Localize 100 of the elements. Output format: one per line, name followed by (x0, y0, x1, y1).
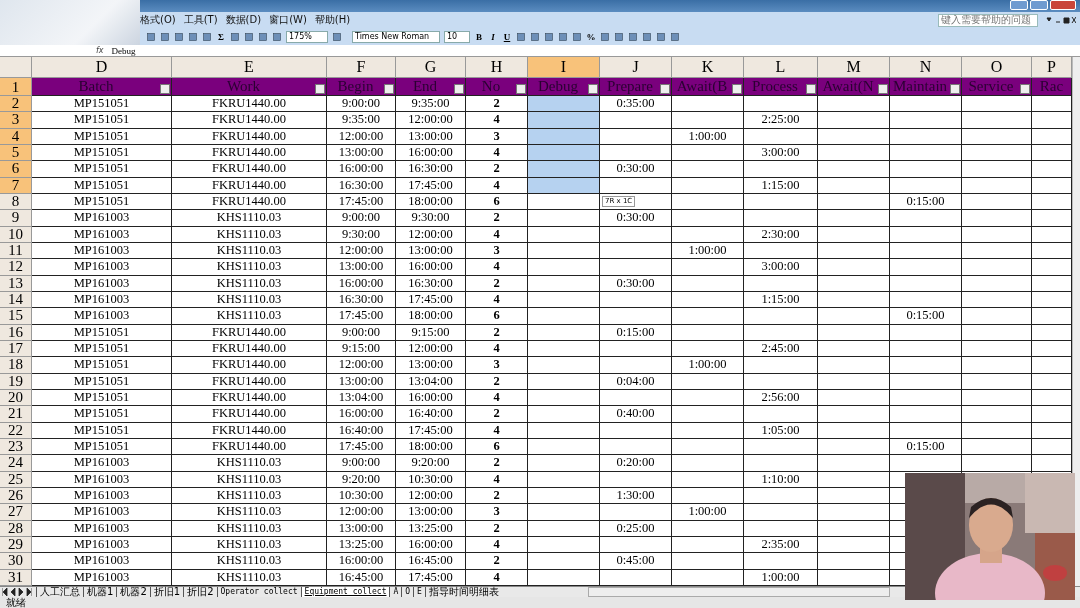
table-cell: MP151051 (32, 112, 172, 129)
menu-item[interactable]: 格式(O) (140, 13, 176, 27)
zoom-field[interactable]: 175% (286, 30, 328, 43)
table-cell: 0:15:00 (890, 438, 962, 456)
table-cell: KHS1110.03 (172, 487, 327, 505)
function-label[interactable]: fx (96, 46, 104, 55)
table-cell: 16:45:00 (396, 553, 466, 570)
column-header[interactable]: L (744, 57, 818, 78)
table-cell: MP151051 (32, 96, 172, 113)
row-header[interactable]: 30 (0, 553, 32, 570)
table-header-cell: No (466, 78, 528, 96)
percent-button[interactable]: % (586, 31, 596, 42)
row-header[interactable]: 27 (0, 504, 32, 521)
table-cell: 0:20:00 (600, 455, 672, 472)
table-cell: 2:25:00 (744, 112, 818, 129)
table-cell: FKRU1440.00 (172, 324, 327, 341)
table-cell: 17:45:00 (396, 177, 466, 194)
formula-field[interactable]: Debug (111, 45, 136, 56)
table-cell: 1:00:00 (672, 504, 744, 521)
table-cell: 0:30:00 (600, 161, 672, 178)
table-header-cell: Maintain (890, 78, 962, 96)
table-cell: MP161003 (32, 455, 172, 472)
table-cell: FKRU1440.00 (172, 357, 327, 374)
table-cell: MP161003 (32, 226, 172, 243)
table-cell: 3 (466, 504, 528, 521)
column-header[interactable]: O (962, 57, 1032, 78)
font-field[interactable]: Times New Roman (352, 30, 440, 43)
table-cell: 0:40:00 (600, 406, 672, 423)
table-cell: FKRU1440.00 (172, 161, 327, 178)
table-cell: KHS1110.03 (172, 536, 327, 554)
table-cell: 16:00:00 (327, 553, 396, 570)
table-cell: 1:00:00 (672, 128, 744, 145)
menu-item[interactable]: 数据(D) (225, 13, 262, 27)
table-cell: 13:00:00 (396, 357, 466, 374)
row-header[interactable]: 15 (0, 308, 32, 325)
table-header-cell: End (396, 78, 466, 96)
row-header[interactable]: 12 (0, 259, 32, 276)
table-cell: 0:30:00 (600, 210, 672, 227)
table-cell: 3 (466, 242, 528, 260)
table-cell: 17:45:00 (396, 291, 466, 309)
table-cell: MP161003 (32, 504, 172, 521)
sheet-tab[interactable]: 人工汇总 (36, 586, 83, 597)
table-cell: 4 (466, 226, 528, 243)
menu-item[interactable]: 帮助(H) (314, 13, 351, 27)
table-cell: 13:00:00 (396, 128, 466, 145)
table-header-cell: Batch (32, 78, 172, 96)
table-cell: FKRU1440.00 (172, 193, 327, 211)
table-cell: MP151051 (32, 373, 172, 390)
help-search-field[interactable]: 键入需要帮助的问题 (938, 13, 1038, 27)
row-header[interactable]: 9 (0, 210, 32, 227)
row-header[interactable]: 3 (0, 112, 32, 129)
column-header[interactable]: I (528, 57, 600, 78)
table-cell: MP151051 (32, 161, 172, 178)
bold-button[interactable]: B (474, 31, 484, 42)
table-cell: 17:45:00 (327, 308, 396, 325)
table-cell: 1:15:00 (744, 291, 818, 309)
table-cell: MP151051 (32, 389, 172, 407)
row-header[interactable]: 6 (0, 161, 32, 178)
table-cell: 13:00:00 (327, 520, 396, 537)
column-header[interactable]: G (396, 57, 466, 78)
column-header[interactable]: M (818, 57, 890, 78)
sheet-tab[interactable]: E (413, 586, 425, 597)
table-cell: 17:45:00 (396, 422, 466, 439)
autosum-button[interactable]: Σ (216, 31, 226, 42)
row-header[interactable]: 24 (0, 455, 32, 472)
table-cell: 12:00:00 (327, 242, 396, 260)
sheet-tab[interactable]: Equipment collect (300, 586, 390, 597)
column-header[interactable]: E (172, 57, 327, 78)
table-cell: 2:35:00 (744, 536, 818, 554)
sheet-tab[interactable]: A (389, 586, 402, 597)
table-cell: MP161003 (32, 553, 172, 570)
table-cell: KHS1110.03 (172, 259, 327, 276)
row-header[interactable]: 2 (0, 96, 32, 113)
column-header[interactable]: J (600, 57, 672, 78)
row-header[interactable]: 21 (0, 406, 32, 423)
menu-item[interactable]: 工具(T) (183, 13, 218, 27)
column-header[interactable]: F (327, 57, 396, 78)
font-size-field[interactable]: 10 (444, 30, 470, 43)
column-header[interactable]: N (890, 57, 962, 78)
table-cell: 1:05:00 (744, 422, 818, 439)
menu-item[interactable]: 窗口(W) (269, 13, 307, 27)
table-cell: 16:00:00 (396, 536, 466, 554)
column-header[interactable]: D (32, 57, 172, 78)
italic-button[interactable]: I (488, 31, 498, 42)
table-cell: KHS1110.03 (172, 275, 327, 292)
table-cell: FKRU1440.00 (172, 422, 327, 439)
column-header[interactable]: P (1032, 57, 1072, 78)
table-cell: MP161003 (32, 308, 172, 325)
column-header[interactable]: H (466, 57, 528, 78)
table-cell: 13:25:00 (396, 520, 466, 537)
sheet-tab[interactable]: 指导时间明细表 (424, 586, 502, 597)
column-header[interactable]: K (672, 57, 744, 78)
table-cell: 4 (466, 340, 528, 358)
row-header[interactable]: 1 (0, 78, 32, 96)
underline-button[interactable]: U (502, 31, 512, 42)
table-cell: FKRU1440.00 (172, 145, 327, 162)
table-header-cell: Await(N (818, 78, 890, 96)
table-cell: FKRU1440.00 (172, 177, 327, 194)
row-header[interactable]: 18 (0, 357, 32, 374)
table-cell: 13:00:00 (396, 242, 466, 260)
